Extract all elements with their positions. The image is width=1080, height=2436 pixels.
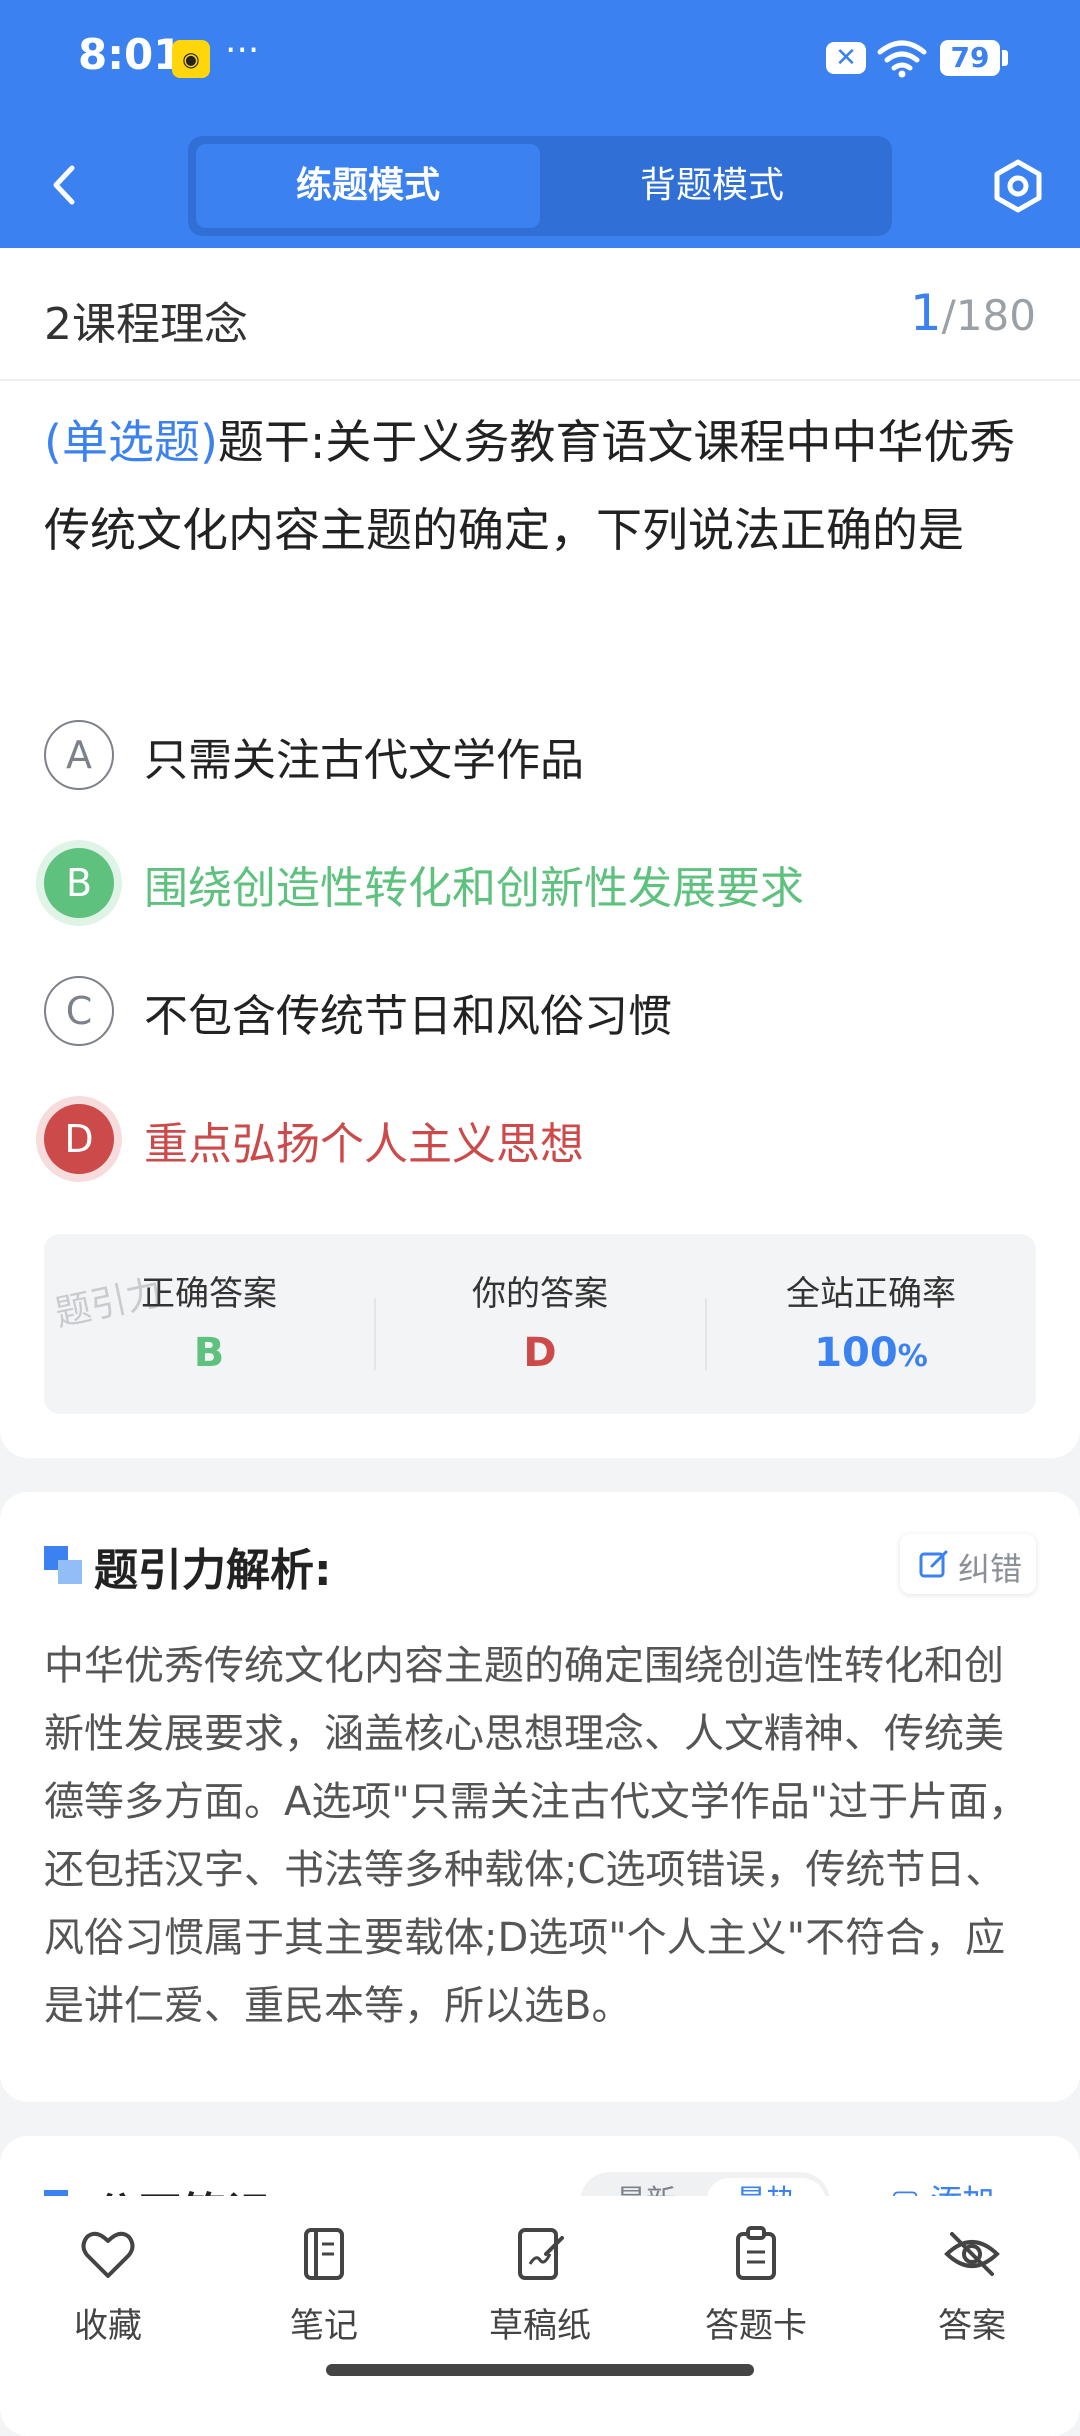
report-error-button[interactable]: 纠错 [900, 1534, 1036, 1594]
option-b[interactable]: B 围绕创造性转化和创新性发展要求 [44, 838, 1044, 928]
battery-indicator: 79 [940, 40, 1008, 76]
divider [0, 379, 1080, 381]
clipboard-icon [736, 2226, 776, 2280]
nav-label: 答题卡 [705, 2306, 807, 2346]
heart-icon [81, 2231, 135, 2278]
correct-answer-value: B [193, 1330, 225, 1376]
back-icon[interactable] [40, 160, 90, 210]
app-icon: ◉ [172, 40, 210, 78]
accuracy-number: 100 [814, 1330, 898, 1376]
option-text: 只需关注古代文学作品 [144, 735, 584, 786]
your-answer-value: D [523, 1330, 557, 1376]
accuracy-value: 100% [706, 1330, 1036, 1376]
option-key: A [44, 720, 114, 790]
edit-icon [919, 1550, 948, 1578]
nav-label: 收藏 [74, 2306, 142, 2346]
option-text: 不包含传统节日和风俗习惯 [144, 991, 672, 1042]
tab-practice-mode[interactable]: 练题模式 [196, 144, 540, 228]
analysis-title: 题引力解析: [94, 1545, 332, 1596]
tab-memorize-mode[interactable]: 背题模式 [540, 144, 884, 228]
nav-label: 草稿纸 [489, 2306, 591, 2346]
question-progress: 1/180 [910, 284, 1036, 342]
nav-answer-sheet[interactable]: 答题卡 [648, 2224, 864, 2364]
nav-notes[interactable]: 笔记 [216, 2224, 432, 2364]
status-time: 8:01 [78, 30, 183, 79]
draft-icon [518, 2228, 564, 2280]
accuracy-col: 全站正确率 100% [706, 1234, 1036, 1414]
option-key: B [44, 848, 114, 918]
option-key: D [44, 1104, 114, 1174]
accuracy-unit: % [897, 1339, 928, 1374]
correct-answer-label: 正确答案 [141, 1274, 277, 1314]
question-card: 2课程理念 1/180 (单选题)题干:关于义务教育语文课程中中华优秀传统文化内… [0, 248, 1080, 1458]
analysis-text: 中华优秀传统文化内容主题的确定围绕创造性转化和创新性发展要求，涵盖核心思想理念、… [44, 1643, 1029, 2029]
eye-off-icon [944, 2232, 1000, 2276]
nav-label: 答案 [938, 2306, 1006, 2346]
your-answer-col: 你的答案 D [375, 1234, 705, 1414]
home-indicator[interactable] [326, 2364, 754, 2376]
answer-stats: 题引力 正确答案 B 你的答案 D 全站正确率 100% [44, 1234, 1036, 1414]
nav-answer[interactable]: 答案 [864, 2224, 1080, 2364]
analysis-icon [44, 1546, 82, 1584]
mode-switch: 练题模式 背题模式 [188, 136, 892, 236]
option-d[interactable]: D 重点弘扬个人主义思想 [44, 1094, 1044, 1184]
question-type: (单选题) [44, 415, 218, 469]
header-bar: 8:01 ◉ ··· ✕ 79 练题模式 背题模式 [0, 0, 1080, 248]
option-text: 围绕创造性转化和创新性发展要求 [144, 863, 804, 914]
total-count: /180 [941, 291, 1036, 340]
nav-label: 笔记 [290, 2306, 358, 2346]
accuracy-label: 全站正确率 [786, 1274, 956, 1314]
question-stem: (单选题)题干:关于义务教育语文课程中中华优秀传统文化内容主题的确定，下列说法正… [44, 398, 1040, 574]
report-error-label: 纠错 [958, 1550, 1023, 1588]
notebook-icon [304, 2228, 344, 2280]
option-c[interactable]: C 不包含传统节日和风俗习惯 [44, 966, 1044, 1056]
wifi-icon [877, 40, 927, 78]
gear-icon[interactable] [990, 158, 1046, 214]
status-more: ··· [225, 30, 260, 71]
notification-icon: ✕ [826, 42, 866, 74]
your-answer-label: 你的答案 [472, 1274, 608, 1314]
option-a[interactable]: A 只需关注古代文学作品 [44, 710, 1044, 800]
analysis-card: 题引力解析: 纠错 中华优秀传统文化内容主题的确定围绕创造性转化和创新性发展要求… [0, 1492, 1080, 2102]
option-text: 重点弘扬个人主义思想 [144, 1119, 584, 1170]
current-index: 1 [909, 284, 942, 342]
nav-draft[interactable]: 草稿纸 [432, 2224, 648, 2364]
nav-favorite[interactable]: 收藏 [0, 2224, 216, 2364]
option-key: C [44, 976, 114, 1046]
chapter-title: 2课程理念 [44, 299, 248, 350]
status-bar: 8:01 ◉ ··· ✕ 79 [0, 0, 1080, 118]
correct-answer-col: 正确答案 B [44, 1234, 374, 1414]
